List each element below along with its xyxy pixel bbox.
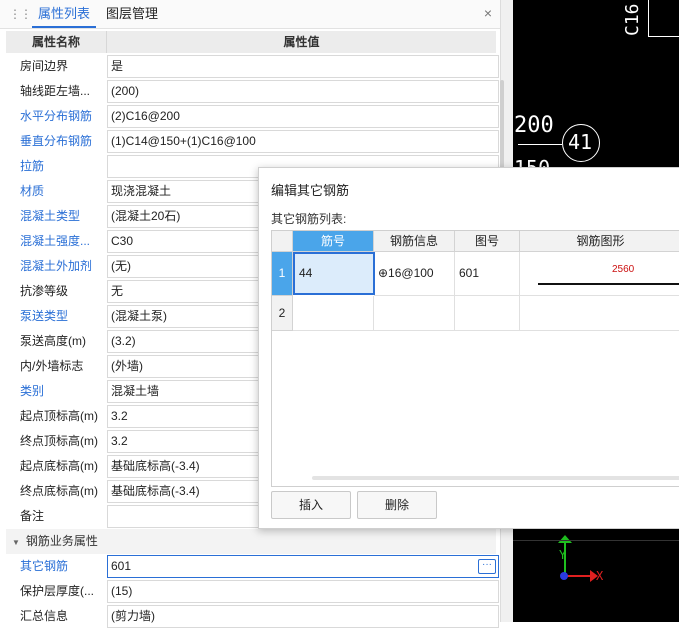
property-name: 内/外墙标志 [20,359,84,373]
panel-tabs: ⋮⋮ 属性列表 图层管理 × [0,0,500,29]
rebar-list-label: 其它钢筋列表: [271,212,347,226]
cad-label-200: 200 [514,113,554,138]
column-figure-no[interactable]: 图号 [455,231,520,252]
cad-frame [648,0,679,37]
close-icon[interactable]: × [484,5,492,21]
property-value-field[interactable]: (剪力墙) [107,605,499,628]
property-name[interactable]: 类别 [20,379,108,404]
property-value-field[interactable]: (15) [107,580,499,603]
property-name: 抗渗等级 [20,284,69,298]
cell-figure-no[interactable]: 601 [455,252,520,296]
tab-property-list[interactable]: 属性列表 [32,0,97,28]
property-name: 轴线距左墙... [20,84,91,98]
collapse-triangle-icon[interactable]: ▼ [12,530,20,554]
tab-layer-management[interactable]: 图层管理 [100,0,164,28]
property-value-text: (剪力墙) [111,609,155,623]
edit-other-rebar-dialog: 编辑其它钢筋 其它钢筋列表: 筋号 钢筋信息 图号 钢筋图形 1 44 ⊕16@… [258,167,679,529]
property-name[interactable]: 泵送类型 [20,304,108,329]
row-header-1[interactable]: 1 [272,252,293,296]
property-row[interactable]: 垂直分布钢筋 (1)C14@150+(1)C16@100 [6,129,499,154]
property-name: 汇总信息 [20,609,69,623]
cad-leader-line [518,144,562,145]
property-row[interactable]: 其它钢筋 601 ··· [6,554,499,579]
property-name: 终点底标高(m) [20,484,98,498]
property-name[interactable]: 其它钢筋 [20,554,108,579]
group-label-text: 钢筋业务属性 [25,534,98,548]
property-name: 泵送高度(m) [20,334,86,348]
header-name: 属性名称 [6,31,107,53]
shape-dimension: 2560 [612,264,635,275]
rebar-table: 筋号 钢筋信息 图号 钢筋图形 1 44 ⊕16@100 601 2560 2 [271,230,679,487]
property-value-field[interactable]: 是 [107,55,499,78]
group-header-rebar-business[interactable]: ▼ 钢筋业务属性 [6,529,496,554]
property-name: 房间边界 [20,59,69,73]
property-name: 备注 [20,509,45,523]
dialog-title: 编辑其它钢筋 [271,183,350,198]
cell-bar-no[interactable] [293,296,374,331]
property-value-field[interactable]: 601 ··· [107,555,499,578]
cell-bar-no[interactable]: 44 [293,252,375,295]
cell-rebar-shape[interactable] [520,296,679,331]
property-name[interactable]: 水平分布钢筋 [20,104,108,129]
property-name: 起点底标高(m) [20,459,98,473]
property-value-text: (15) [111,584,133,598]
property-value-field[interactable]: (1)C14@150+(1)C16@100 [107,130,499,153]
property-row[interactable]: 轴线距左墙... (200) [6,79,499,104]
cell-rebar-info[interactable]: ⊕16@100 [374,252,455,296]
cad-x-axis [566,575,592,577]
property-name[interactable]: 垂直分布钢筋 [20,129,108,154]
delete-button[interactable]: 删除 [357,491,437,519]
drag-grip-icon[interactable]: ⋮⋮ [9,7,32,21]
property-row[interactable]: 房间边界 是 [6,54,499,79]
property-grid-header: 属性名称 属性值 [6,31,496,53]
property-row[interactable]: 水平分布钢筋 (2)C16@200 [6,104,499,129]
insert-button[interactable]: 插入 [271,491,351,519]
property-name: 起点顶标高(m) [20,409,98,423]
cad-guide-line [512,540,679,541]
group-label: ▼ 钢筋业务属性 [12,529,212,554]
header-value: 属性值 [283,35,320,49]
property-value-field[interactable]: (2)C16@200 [107,105,499,128]
cell-figure-no[interactable] [455,296,520,331]
property-name: 终点顶标高(m) [20,434,98,448]
property-name[interactable]: 拉筋 [20,154,108,179]
cad-label-c16: C16 [622,3,643,36]
cell-rebar-shape[interactable] [520,252,679,296]
cad-x-label: X [596,569,604,583]
table-corner [272,231,293,252]
cad-label-41: 41 [568,130,593,154]
property-name: 保护层厚度(... [20,584,94,598]
property-name[interactable]: 混凝土强度... [20,229,108,254]
property-row[interactable]: 保护层厚度(... (15) [6,579,499,604]
column-rebar-info[interactable]: 钢筋信息 [374,231,455,252]
property-name[interactable]: 混凝土外加剂 [20,254,108,279]
property-name[interactable]: 材质 [20,179,108,204]
rebar-shape-line [538,283,679,285]
property-name[interactable]: 混凝土类型 [20,204,108,229]
column-rebar-shape[interactable]: 钢筋图形 [520,231,679,252]
property-value-text: 601 [111,559,132,573]
cad-y-arrow [558,535,572,543]
table-hscrollbar[interactable] [312,476,679,480]
cell-rebar-info[interactable] [374,296,455,331]
cad-origin [560,572,568,580]
column-bar-no[interactable]: 筋号 [293,231,374,252]
property-value-field[interactable]: (200) [107,80,499,103]
property-row[interactable]: 汇总信息 (剪力墙) [6,604,499,629]
row-header-2[interactable]: 2 [272,296,293,331]
cad-y-label: Y [559,548,567,562]
ellipsis-button[interactable]: ··· [478,559,496,574]
